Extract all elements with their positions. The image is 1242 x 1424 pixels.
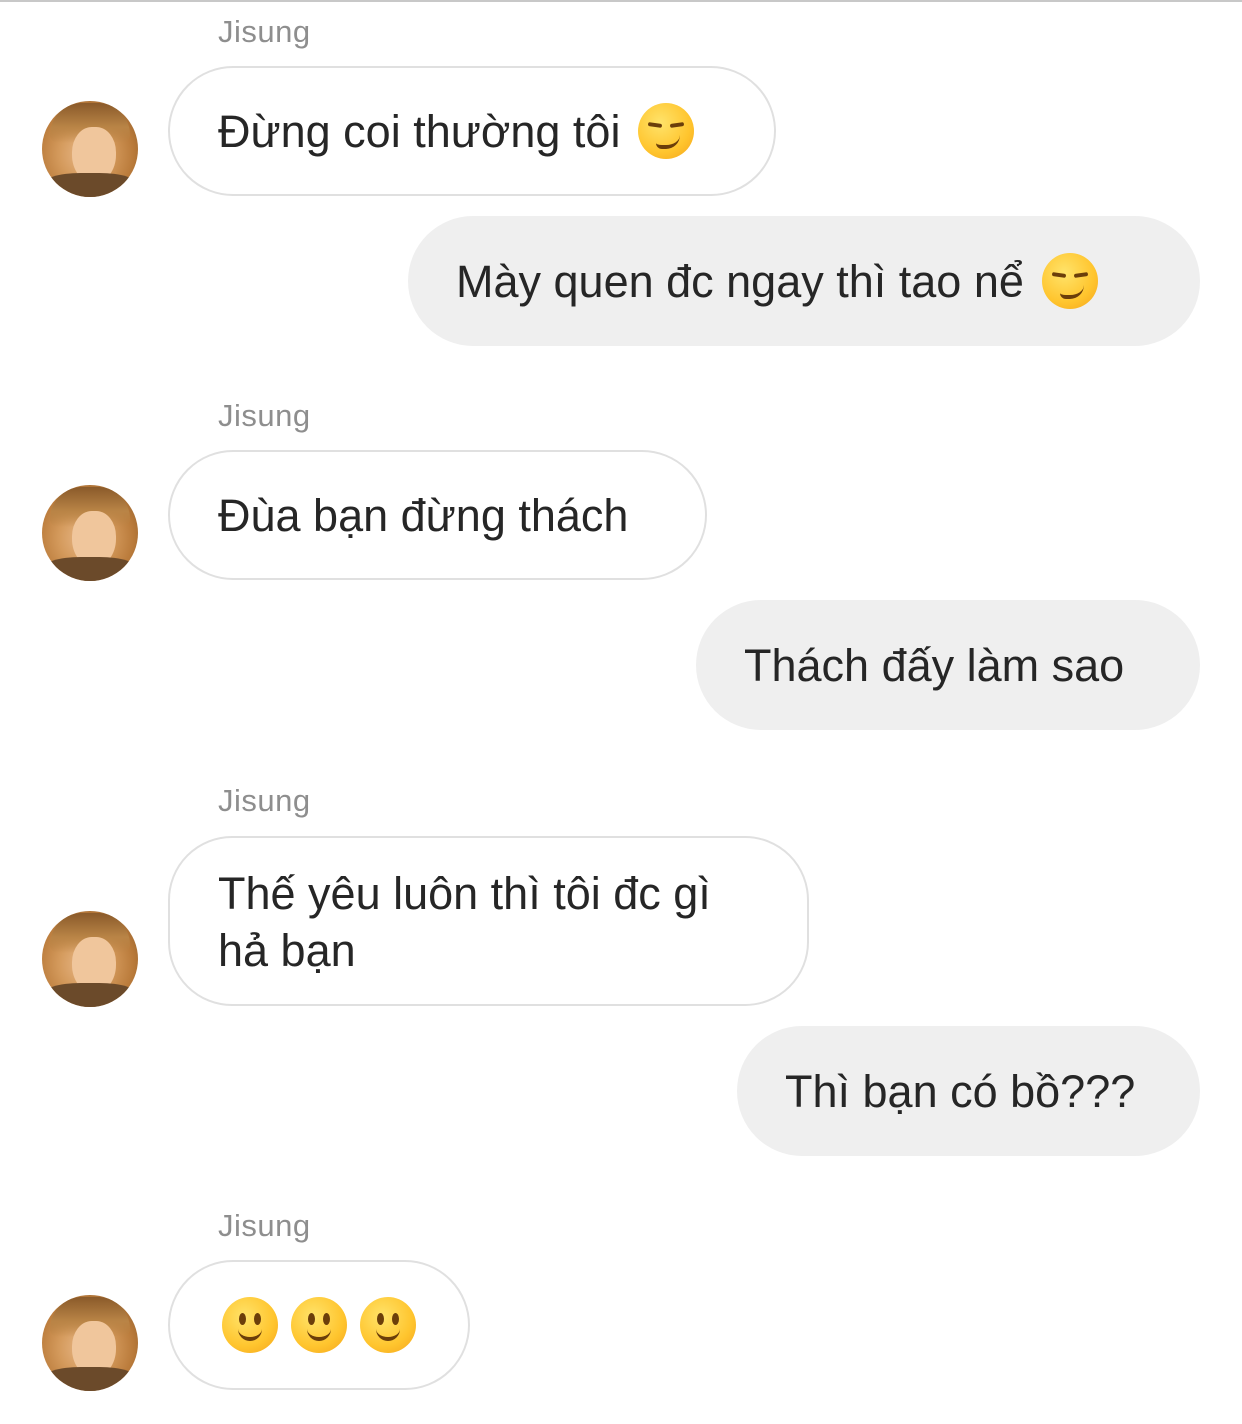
message-bubble-outgoing[interactable]: Mày quen đc ngay thì tao nể — [408, 216, 1200, 346]
sender-name: Jisung — [218, 783, 311, 818]
smirk-emoji-icon — [1041, 253, 1098, 309]
message-text-line-1: Thế yêu luôn thì tôi đc gì — [218, 868, 711, 919]
slightly-smiling-face-icon — [222, 1297, 278, 1353]
message-bubble-incoming[interactable]: Thế yêu luôn thì tôi đc gì hả bạn — [168, 836, 809, 1006]
slightly-smiling-face-icon — [360, 1297, 416, 1353]
avatar-shoulder — [42, 1367, 138, 1391]
sender-name: Jisung — [218, 14, 311, 49]
avatar[interactable] — [42, 101, 138, 197]
message-text-line-2: hả bạn — [218, 925, 356, 976]
avatar-shoulder — [42, 557, 138, 581]
message-text: Mày quen đc ngay thì tao nể — [456, 255, 1024, 307]
avatar[interactable] — [42, 1295, 138, 1391]
slightly-smiling-face-icon — [291, 1297, 347, 1353]
message-bubble-outgoing[interactable]: Thì bạn có bồ??? — [737, 1026, 1200, 1156]
smirk-emoji-icon — [638, 103, 695, 159]
message-text: Thách đấy làm sao — [744, 639, 1125, 691]
avatar[interactable] — [42, 911, 138, 1007]
top-divider — [0, 0, 1242, 2]
message-text: Thì bạn có bồ??? — [785, 1065, 1136, 1117]
message-bubble-incoming[interactable]: Đừng coi thường tôi — [168, 66, 776, 196]
avatar[interactable] — [42, 485, 138, 581]
sender-name: Jisung — [218, 1208, 311, 1243]
message-bubble-incoming[interactable]: Đùa bạn đừng thách — [168, 450, 707, 580]
message-bubble-incoming[interactable] — [168, 1260, 470, 1390]
sender-name: Jisung — [218, 398, 311, 433]
message-text: Đùa bạn đừng thách — [218, 489, 629, 541]
message-bubble-outgoing[interactable]: Thách đấy làm sao — [696, 600, 1200, 730]
avatar-shoulder — [42, 983, 138, 1007]
message-text: Đừng coi thường tôi — [218, 105, 621, 157]
avatar-shoulder — [42, 173, 138, 197]
